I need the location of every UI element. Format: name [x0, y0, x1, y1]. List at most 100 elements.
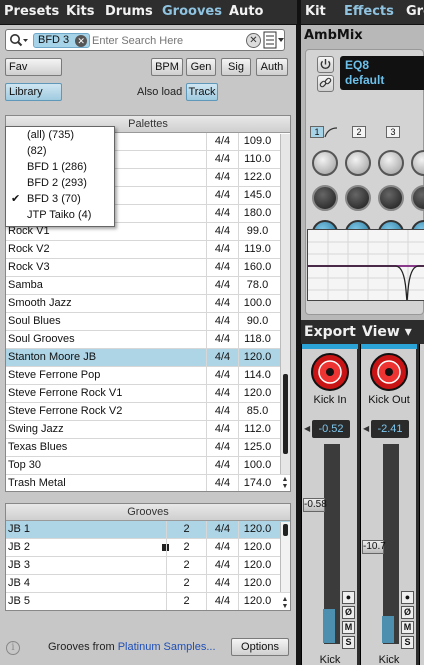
- tab-kits[interactable]: Kits: [66, 4, 94, 19]
- footer-link[interactable]: Platinum Samples...: [118, 641, 216, 653]
- fav-dropdown[interactable]: Fav: [5, 58, 62, 76]
- palette-row[interactable]: Top 30 4/4 100.0: [6, 457, 290, 475]
- library-menu-item[interactable]: BFD 2 (293): [6, 175, 114, 191]
- library-menu-item[interactable]: JTP Taiko (4): [6, 207, 114, 223]
- channel-fader-handle[interactable]: -0.58: [303, 498, 327, 512]
- gen-button[interactable]: Gen: [186, 58, 216, 76]
- export-menu[interactable]: Export: [304, 324, 356, 340]
- palette-row[interactable]: Texas Blues 4/4 125.0: [6, 439, 290, 457]
- palette-row[interactable]: Trash Metal 4/4 174.0: [6, 475, 290, 491]
- groove-name: JB 5: [8, 595, 31, 607]
- library-menu-item[interactable]: (all) (735): [6, 127, 114, 143]
- library-dropdown[interactable]: Library: [5, 83, 62, 101]
- palette-signature: 4/4: [206, 367, 238, 385]
- phase-button[interactable]: Ø: [401, 606, 414, 619]
- palette-row[interactable]: Swing Jazz 4/4 112.0: [6, 421, 290, 439]
- grooves-scroll-thumb[interactable]: [283, 524, 288, 536]
- solo-button[interactable]: S: [342, 636, 355, 649]
- clear-search-icon[interactable]: ✕: [246, 33, 261, 48]
- groove-row[interactable]: JB 4 2 4/4 120.0: [6, 575, 290, 593]
- sig-button[interactable]: Sig: [221, 58, 251, 76]
- eq-gain-knob[interactable]: [378, 185, 404, 211]
- palette-row[interactable]: Rock V3 4/4 160.0: [6, 259, 290, 277]
- palette-row[interactable]: Soul Blues 4/4 90.0: [6, 313, 290, 331]
- channel-strip-kick-in: Kick In ◀ -0.52 -0.58 ● Ø M S Kick: [301, 344, 358, 665]
- palette-row[interactable]: Smooth Jazz 4/4 100.0: [6, 295, 290, 313]
- search-bar[interactable]: BFD 3 ✕ ✕: [5, 29, 285, 51]
- palette-row[interactable]: Samba 4/4 78.0: [6, 277, 290, 295]
- volume-decrement-icon[interactable]: ◀: [304, 424, 310, 433]
- palette-row[interactable]: Steve Ferrone Rock V1 4/4 120.0: [6, 385, 290, 403]
- tab-presets[interactable]: Presets: [4, 4, 59, 19]
- palettes-scroll-thumb[interactable]: [283, 374, 288, 454]
- channel-fader-handle[interactable]: -10.7: [362, 540, 386, 554]
- phase-button[interactable]: Ø: [342, 606, 355, 619]
- solo-button[interactable]: S: [401, 636, 414, 649]
- groove-row[interactable]: JB 5 2 4/4 120.0: [6, 593, 290, 610]
- search-input[interactable]: [92, 33, 242, 48]
- tab-kit[interactable]: Kit: [305, 4, 326, 19]
- palette-row[interactable]: Soul Grooves 4/4 118.0: [6, 331, 290, 349]
- palette-signature: 4/4: [206, 169, 238, 187]
- link-button[interactable]: [317, 75, 334, 92]
- auth-button[interactable]: Auth: [256, 58, 288, 76]
- palette-row[interactable]: Steve Ferrone Pop 4/4 114.0: [6, 367, 290, 385]
- nav-divider: [297, 0, 301, 25]
- palette-tempo: 112.0: [238, 421, 276, 439]
- eq-knob[interactable]: [411, 150, 424, 176]
- palette-name: Steve Ferrone Rock V2: [8, 405, 123, 417]
- palette-tempo: 145.0: [238, 187, 276, 205]
- tab-grooves-right[interactable]: Gro: [406, 4, 424, 19]
- eq-curve-graph[interactable]: [307, 229, 424, 301]
- options-button[interactable]: Options: [231, 638, 289, 656]
- volume-decrement-icon[interactable]: ◀: [363, 424, 369, 433]
- eq-knob[interactable]: [312, 150, 338, 176]
- palettes-scroll-arrows-icon[interactable]: ▲ ▼: [280, 476, 290, 490]
- mute-button[interactable]: M: [401, 621, 414, 634]
- info-icon[interactable]: i: [6, 641, 20, 655]
- groove-bars: 2: [166, 557, 206, 575]
- search-icon[interactable]: [9, 33, 29, 48]
- palette-name: Soul Blues: [8, 315, 61, 327]
- record-arm-button[interactable]: ●: [342, 591, 355, 604]
- palettes-scrollbar[interactable]: [280, 134, 290, 474]
- view-mode-icon[interactable]: [263, 31, 285, 49]
- channel-volume-field[interactable]: -0.52: [312, 420, 350, 438]
- tab-auto[interactable]: Auto: [229, 4, 263, 19]
- power-button[interactable]: [317, 56, 334, 73]
- groove-signature: 4/4: [206, 521, 238, 539]
- palette-row[interactable]: Stanton Moore JB 4/4 120.0: [6, 349, 290, 367]
- grooves-scroll-arrows-icon[interactable]: ▲ ▼: [280, 596, 290, 610]
- search-filter-chip[interactable]: BFD 3 ✕: [33, 33, 91, 48]
- band-3-button[interactable]: 3: [386, 126, 400, 138]
- band-2-button[interactable]: 2: [352, 126, 366, 138]
- palette-tempo: 100.0: [238, 295, 276, 313]
- eq-gain-knob[interactable]: [345, 185, 371, 211]
- library-menu-item[interactable]: ✔ BFD 3 (70): [6, 191, 114, 207]
- track-toggle[interactable]: Track: [186, 83, 218, 101]
- band-1-button[interactable]: 1: [310, 126, 324, 138]
- eq-gain-knob[interactable]: [411, 185, 424, 211]
- tab-drums[interactable]: Drums: [105, 4, 153, 19]
- palette-row[interactable]: Rock V2 4/4 119.0: [6, 241, 290, 259]
- groove-row[interactable]: JB 2 2 4/4 120.0: [6, 539, 290, 557]
- eq-knob[interactable]: [378, 150, 404, 176]
- mute-button[interactable]: M: [342, 621, 355, 634]
- eq-gain-knob[interactable]: [312, 185, 338, 211]
- remove-chip-icon[interactable]: ✕: [75, 35, 88, 47]
- bpm-button[interactable]: BPM: [151, 58, 183, 76]
- channel-volume-field[interactable]: -2.41: [371, 420, 409, 438]
- groove-row[interactable]: JB 3 2 4/4 120.0: [6, 557, 290, 575]
- library-menu-item[interactable]: (82): [6, 143, 114, 159]
- library-menu-item[interactable]: BFD 1 (286): [6, 159, 114, 175]
- eq-knob[interactable]: [345, 150, 371, 176]
- palette-row[interactable]: Steve Ferrone Rock V2 4/4 85.0: [6, 403, 290, 421]
- tab-grooves[interactable]: Grooves: [162, 4, 222, 19]
- eq-preset-display[interactable]: EQ8 default: [340, 56, 424, 90]
- palette-signature: 4/4: [206, 151, 238, 169]
- grooves-scrollbar[interactable]: [280, 522, 290, 592]
- view-menu[interactable]: View ▾: [362, 324, 412, 340]
- tab-effects[interactable]: Effects: [344, 4, 394, 19]
- groove-row[interactable]: JB 1 2 4/4 120.0: [6, 521, 290, 539]
- record-arm-button[interactable]: ●: [401, 591, 414, 604]
